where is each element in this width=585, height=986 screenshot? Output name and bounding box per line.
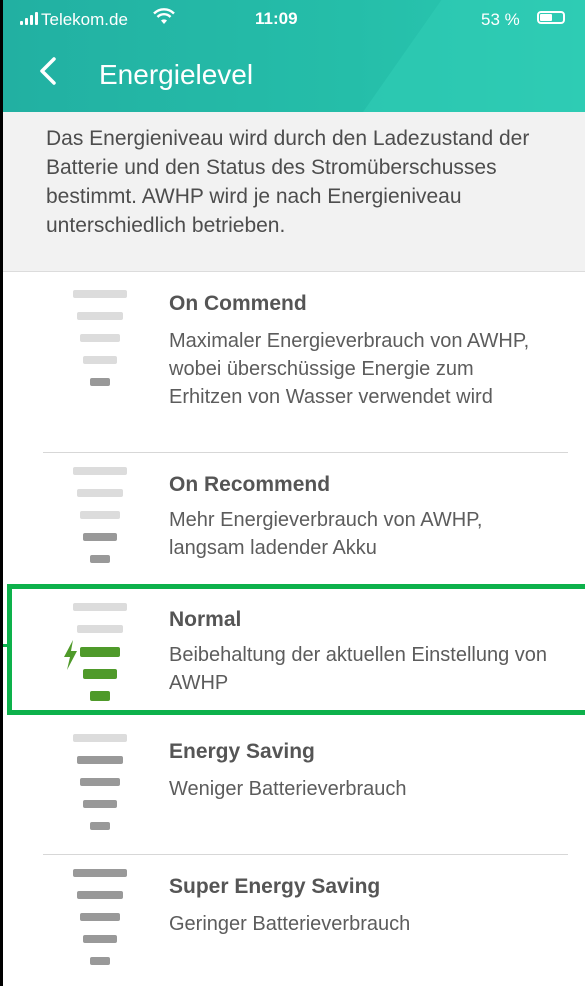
level-label: On Commend [169,292,307,315]
level-description: Weniger Batterieverbrauch [169,778,407,800]
energy-level-bars [73,290,133,390]
level-row-on-recommend[interactable]: On Recommend Mehr Energieverbrauch von A… [3,453,585,584]
energy-bar-filled [90,378,110,386]
energy-bar-empty [73,290,127,298]
energy-bar-empty [73,467,127,475]
level-row-on-commend[interactable]: On Commend Maximaler Energieverbrauch vo… [3,272,585,453]
level-label: Energy Saving [169,740,315,763]
energy-bar-filled [83,800,117,808]
energy-bar-filled [73,869,127,877]
energy-bar-filled [77,891,123,899]
current-level-highlight [7,584,585,715]
battery-percentage: 53 % [481,10,520,29]
energy-bar-filled [90,822,110,830]
energy-level-bars [73,734,133,844]
status-bar: Telekom.de 11:09 53 % [3,0,585,40]
battery-icon [537,11,565,24]
wifi-icon [153,8,175,31]
carrier-name: Telekom.de [41,10,128,29]
intro-text: Das Energieniveau wird durch den Ladezus… [46,127,530,237]
level-description: Mehr Energieverbrauch von AWHP, langsam … [169,509,483,559]
energy-bar-filled [90,555,110,563]
energy-bar-empty [80,511,120,519]
energy-level-bars [73,869,133,979]
level-description: Geringer Batterieverbrauch [169,913,411,935]
level-label: On Recommend [169,473,331,496]
energy-bar-filled [77,756,123,764]
page-title: Energielevel [99,59,254,90]
energy-bar-filled [83,935,117,943]
level-row-super-energy-saving[interactable]: Super Energy Saving Geringer Batteriever… [3,855,585,986]
intro-panel: Das Energieniveau wird durch den Ladezus… [3,112,585,272]
energy-bar-empty [83,356,117,364]
energy-bar-empty [73,734,127,742]
cellular-signal-icon [20,12,38,25]
level-row-energy-saving[interactable]: Energy Saving Weniger Batterieverbrauch [3,720,585,855]
app-header: Telekom.de 11:09 53 % Energielevel [3,0,585,112]
energy-bar-filled [80,778,120,786]
energy-bar-empty [77,312,123,320]
energy-bar-filled [80,913,120,921]
level-description: Maximaler Energieverbrauch von AWHP, wob… [169,330,530,408]
energy-bar-empty [77,489,123,497]
chevron-left-icon [40,57,56,85]
level-label: Super Energy Saving [169,875,381,898]
energy-bar-filled [90,957,110,965]
back-button[interactable] [37,56,73,96]
energy-bar-filled [83,533,117,541]
energy-bar-empty [80,334,120,342]
clock: 11:09 [255,9,298,28]
left-edge [0,0,3,986]
energy-level-bars [73,467,133,567]
